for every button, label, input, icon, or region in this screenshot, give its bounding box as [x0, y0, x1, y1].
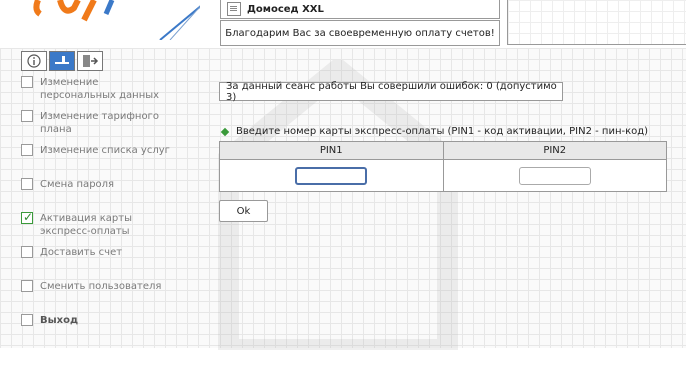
- right-header-panel: [507, 0, 686, 45]
- instruction-text: Введите номер карты экспресс-оплаты (PIN…: [236, 126, 649, 137]
- sidebar-item-label: Активация карты экспресс-оплаты: [40, 213, 132, 237]
- checkbox[interactable]: [21, 246, 33, 258]
- sidebar-item-logout[interactable]: Выход: [21, 314, 175, 327]
- sidebar-item-label: Изменение списка услуг: [40, 145, 170, 156]
- pin1-input[interactable]: [295, 166, 368, 185]
- sidebar-item-label: Изменение тарифного плана: [40, 111, 159, 135]
- checkmark-icon: ✓: [23, 210, 34, 224]
- sidebar-item-label: Изменение персональных данных: [40, 77, 160, 101]
- instruction-row: Введите номер карты экспресс-оплаты (PIN…: [220, 126, 649, 137]
- exit-door-icon: [83, 55, 99, 67]
- pin2-input[interactable]: [518, 166, 591, 185]
- sidebar-item-label: Сменить пользователя: [40, 281, 162, 292]
- checkbox[interactable]: [21, 314, 33, 326]
- checkbox[interactable]: [21, 178, 33, 190]
- sidebar-item-tariff-plan[interactable]: Изменение тарифного плана: [21, 110, 175, 136]
- sidebar-item-card-activation[interactable]: ✓ Активация карты экспресс-оплаты: [21, 210, 175, 238]
- tariff-name: Домосед XXL: [247, 3, 324, 15]
- sidebar-item-label: Выход: [40, 315, 79, 326]
- tariff-panel: Домосед XXL: [220, 0, 500, 19]
- sidebar-item-change-password[interactable]: Смена пароля: [21, 178, 175, 191]
- checkbox-checked[interactable]: ✓: [21, 210, 34, 224]
- ok-button[interactable]: Ok: [219, 200, 268, 222]
- bullet-icon: [220, 127, 230, 136]
- pin-table: PIN1 PIN2: [219, 141, 667, 192]
- checkbox[interactable]: [21, 110, 33, 122]
- document-icon: [227, 2, 241, 16]
- pin1-header: PIN1: [219, 141, 444, 160]
- company-logo: [33, 0, 200, 40]
- sidebar-item-switch-user[interactable]: Сменить пользователя: [21, 280, 175, 293]
- info-icon: [27, 54, 41, 68]
- sidebar-item-label: Смена пароля: [40, 179, 115, 190]
- sidebar-tabs: [21, 51, 103, 71]
- pin1-cell: [219, 159, 444, 192]
- sidebar-item-deliver-bill[interactable]: Доставить счет: [21, 246, 175, 259]
- user-key-icon: [55, 56, 69, 64]
- checkbox[interactable]: [21, 280, 33, 292]
- checkbox[interactable]: [21, 144, 33, 156]
- pin2-cell: [442, 159, 667, 192]
- pin2-header: PIN2: [442, 141, 667, 160]
- tab-account[interactable]: [49, 51, 75, 71]
- checkbox[interactable]: [21, 76, 33, 88]
- sidebar-item-services[interactable]: Изменение списка услуг: [21, 144, 175, 157]
- thanks-message: Благодарим Вас за своевременную оплату с…: [220, 20, 500, 46]
- sidebar-item-label: Доставить счет: [40, 247, 123, 258]
- tab-exit[interactable]: [77, 51, 103, 71]
- tab-info[interactable]: [21, 51, 47, 71]
- error-counter: За данный сеанс работы Вы совершили ошиб…: [219, 81, 563, 103]
- sidebar-item-personal-data[interactable]: Изменение персональных данных: [21, 76, 175, 102]
